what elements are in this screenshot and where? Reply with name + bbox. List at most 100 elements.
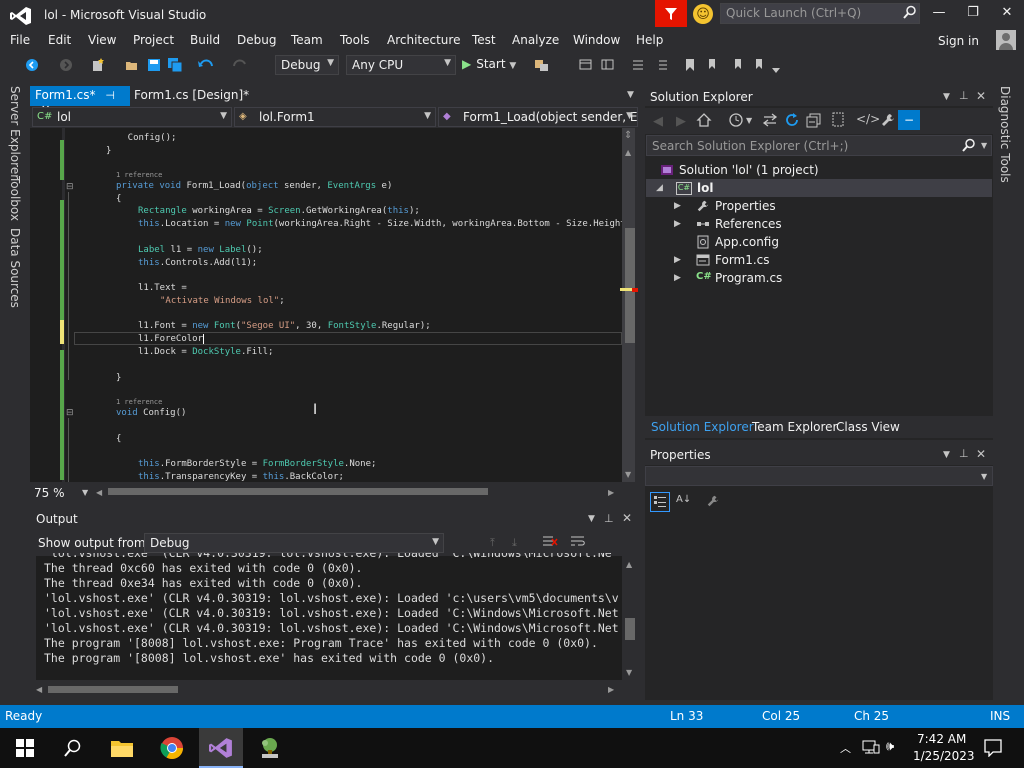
restore-button[interactable]: ❐ bbox=[962, 5, 984, 23]
menu-view[interactable]: View bbox=[88, 33, 116, 47]
collapse-outline-icon[interactable]: ⊟ bbox=[66, 182, 74, 192]
properties-object-select[interactable] bbox=[645, 466, 993, 486]
codelens-reference[interactable]: 1 reference bbox=[116, 398, 162, 406]
bookmark-icon[interactable] bbox=[682, 57, 698, 73]
server-explorer-tab[interactable]: Server Explorer bbox=[8, 86, 22, 179]
class-navigation-select[interactable]: ◈ lol.Form1 ▼ bbox=[234, 107, 436, 127]
quick-launch-input[interactable]: Quick Launch (Ctrl+Q) bbox=[720, 3, 920, 24]
volume-icon[interactable]: 🕪 bbox=[886, 739, 894, 754]
find-message-next-icon[interactable]: ⤓ bbox=[512, 536, 517, 550]
properties-wrench-icon[interactable] bbox=[880, 112, 896, 131]
collapsed-arrow-icon[interactable]: ▶ bbox=[674, 273, 681, 283]
zoom-level-select[interactable]: 75 % bbox=[34, 486, 65, 500]
show-all-files-icon[interactable] bbox=[830, 112, 846, 131]
find-message-prev-icon[interactable]: ⤒ bbox=[490, 536, 495, 550]
menu-team[interactable]: Team bbox=[291, 33, 323, 47]
save-icon[interactable] bbox=[146, 57, 162, 73]
app-tree-icon[interactable] bbox=[255, 734, 285, 762]
chevron-down-icon[interactable]: ▼ bbox=[981, 141, 987, 150]
pick-process-icon[interactable] bbox=[534, 57, 550, 73]
visual-studio-taskbar-icon[interactable] bbox=[206, 734, 236, 762]
search-icon[interactable] bbox=[58, 734, 88, 762]
menu-build[interactable]: Build bbox=[190, 33, 220, 47]
menu-file[interactable]: File bbox=[10, 33, 30, 47]
tree-item-properties[interactable]: Properties bbox=[715, 199, 776, 213]
file-explorer-icon[interactable] bbox=[107, 734, 137, 762]
tree-item-form1-cs[interactable]: Form1.cs bbox=[715, 253, 770, 267]
solution-configuration-select[interactable]: Debug ▼ bbox=[275, 55, 339, 75]
search-solution-explorer-input[interactable]: Search Solution Explorer (Ctrl+;) bbox=[646, 135, 992, 156]
chevron-down-icon[interactable]: ▼ bbox=[627, 90, 634, 100]
chevron-down-icon[interactable]: ▼ bbox=[981, 472, 987, 481]
data-sources-tab[interactable]: Data Sources bbox=[8, 228, 22, 308]
view-code-icon[interactable]: </> bbox=[856, 112, 880, 126]
clock-date[interactable]: 1/25/2023 bbox=[913, 749, 975, 763]
next-bookmark-icon[interactable] bbox=[706, 57, 722, 73]
chevron-down-icon[interactable]: ▼ bbox=[746, 116, 752, 125]
sign-in-link[interactable]: Sign in bbox=[938, 34, 979, 48]
menu-test[interactable]: Test bbox=[472, 33, 496, 47]
step-into-icon[interactable] bbox=[578, 57, 594, 73]
close-icon[interactable]: ✕ bbox=[622, 511, 632, 525]
pin-icon[interactable]: ⊥ bbox=[959, 447, 969, 460]
pin-icon[interactable]: ⊣ bbox=[105, 89, 115, 102]
pin-icon[interactable]: ⊥ bbox=[604, 512, 614, 525]
tree-item-project[interactable]: lol bbox=[697, 181, 713, 195]
tree-item-solution[interactable]: Solution 'lol' (1 project) bbox=[679, 163, 819, 177]
back-icon[interactable]: ◀ bbox=[653, 114, 663, 129]
network-icon[interactable] bbox=[862, 739, 880, 758]
prev-bookmark-icon[interactable] bbox=[730, 57, 746, 73]
menu-help[interactable]: Help bbox=[636, 33, 663, 47]
clear-all-icon[interactable] bbox=[542, 534, 558, 551]
tab-solution-explorer[interactable]: Solution Explorer bbox=[651, 420, 754, 434]
scroll-right-icon[interactable]: ▶ bbox=[608, 488, 614, 497]
close-window-button[interactable]: ✕ bbox=[996, 5, 1018, 23]
refresh-icon[interactable] bbox=[784, 112, 800, 131]
collapse-outline-icon[interactable]: ⊟ bbox=[66, 408, 74, 418]
toolbox-tab[interactable]: Toolbox bbox=[8, 176, 22, 221]
menu-tools[interactable]: Tools bbox=[340, 33, 370, 47]
diagnostic-tools-tab[interactable]: Diagnostic Tools bbox=[998, 86, 1012, 183]
clock-time[interactable]: 7:42 AM bbox=[917, 732, 966, 746]
navigate-back-icon[interactable] bbox=[24, 57, 40, 73]
menu-analyze[interactable]: Analyze bbox=[512, 33, 559, 47]
open-file-icon[interactable] bbox=[124, 57, 140, 73]
start-debugging-button[interactable]: ▶ Start ▼ bbox=[462, 57, 516, 71]
clear-bookmarks-icon[interactable] bbox=[752, 57, 768, 73]
undo-icon[interactable] bbox=[198, 57, 214, 73]
close-icon[interactable]: ✕ bbox=[976, 447, 986, 461]
step-over-icon[interactable] bbox=[600, 57, 616, 73]
expanded-arrow-icon[interactable]: ◢ bbox=[656, 183, 663, 193]
word-wrap-icon[interactable] bbox=[570, 534, 586, 551]
alphabetical-sort-icon[interactable]: A↓ bbox=[676, 494, 691, 505]
scroll-down-icon[interactable]: ▼ bbox=[625, 470, 631, 479]
scroll-up-icon[interactable]: ▲ bbox=[625, 148, 631, 157]
categorized-icon[interactable] bbox=[650, 492, 670, 512]
tab-form1-cs[interactable]: Form1.cs* ⊣ ✕ bbox=[30, 86, 130, 116]
pending-changes-filter-icon[interactable] bbox=[728, 112, 744, 131]
tree-item-references[interactable]: References bbox=[715, 217, 782, 231]
uncomment-lines-icon[interactable] bbox=[654, 57, 670, 73]
scroll-left-icon[interactable]: ◀ bbox=[36, 685, 42, 694]
forward-icon[interactable]: ▶ bbox=[676, 114, 686, 129]
output-source-select[interactable]: Debug ▼ bbox=[144, 533, 444, 553]
notifications-flag-icon[interactable] bbox=[655, 0, 687, 27]
collapsed-arrow-icon[interactable]: ▶ bbox=[674, 219, 681, 229]
collapsed-arrow-icon[interactable]: ▶ bbox=[674, 201, 681, 211]
property-pages-wrench-icon[interactable] bbox=[706, 494, 720, 511]
scroll-up-icon[interactable]: ▲ bbox=[626, 560, 632, 569]
search-icon[interactable] bbox=[962, 138, 976, 155]
preview-selected-items-icon[interactable]: − bbox=[898, 110, 920, 130]
navigate-forward-icon[interactable] bbox=[58, 57, 74, 73]
chevron-down-icon[interactable]: ▼ bbox=[943, 450, 950, 460]
output-vscroll-thumb[interactable] bbox=[625, 618, 635, 640]
chevron-down-icon[interactable]: ▼ bbox=[588, 514, 595, 524]
scroll-left-icon[interactable]: ◀ bbox=[96, 488, 102, 497]
menu-architecture[interactable]: Architecture bbox=[387, 33, 460, 47]
home-icon[interactable] bbox=[696, 112, 712, 131]
editor-hscroll-thumb[interactable] bbox=[108, 488, 488, 495]
menu-edit[interactable]: Edit bbox=[48, 33, 71, 47]
tab-class-view[interactable]: Class View bbox=[836, 420, 900, 434]
project-navigation-select[interactable]: C# lol ▼ bbox=[32, 107, 232, 127]
redo-icon[interactable] bbox=[232, 57, 248, 73]
